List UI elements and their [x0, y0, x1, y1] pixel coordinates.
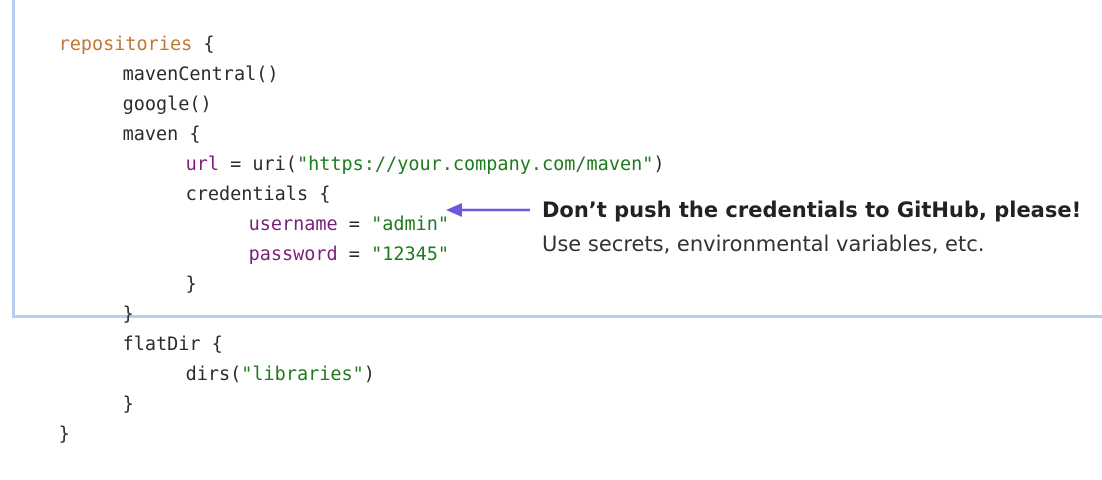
token: } [122, 394, 134, 415]
code-line-3: google() [78, 60, 212, 115]
code-line-1: repositories { [14, 0, 215, 55]
token: "libraries" [241, 364, 364, 385]
code-line-11: flatDir { [78, 300, 223, 355]
token: "12345" [371, 244, 450, 265]
code-line-6: credentials { [141, 150, 331, 205]
code-line-9: } [141, 240, 197, 295]
annotation-text: Don’t push the credentials to GitHub, pl… [542, 193, 1102, 261]
token: "https://your.company.com/maven" [296, 154, 654, 175]
token: } [58, 424, 70, 445]
code-line-2: mavenCentral() [78, 30, 279, 85]
annotation-body: Use secrets, environmental variables, et… [542, 232, 985, 256]
annotation-callout: Don’t push the credentials to GitHub, pl… [446, 193, 1096, 263]
token: password [248, 244, 338, 265]
code-line-12: dirs("libraries") [141, 330, 375, 385]
arrow-left-icon [446, 203, 530, 217]
token: dirs( [185, 364, 242, 385]
token: ) [363, 364, 375, 385]
annotation-title: Don’t push the credentials to GitHub, pl… [542, 198, 1082, 222]
code-line-7: username = "admin" [204, 180, 450, 235]
token: = [337, 244, 372, 265]
code-line-13: } [78, 360, 134, 415]
token: ) [653, 154, 665, 175]
code-line-5: url = uri("https://your.company.com/mave… [141, 120, 665, 175]
token: } [185, 274, 197, 295]
code-line-10: } [78, 270, 134, 325]
code-line-14: } [14, 390, 70, 445]
code-line-4: maven { [78, 90, 201, 145]
code-line-8: password = "12345" [204, 210, 450, 265]
